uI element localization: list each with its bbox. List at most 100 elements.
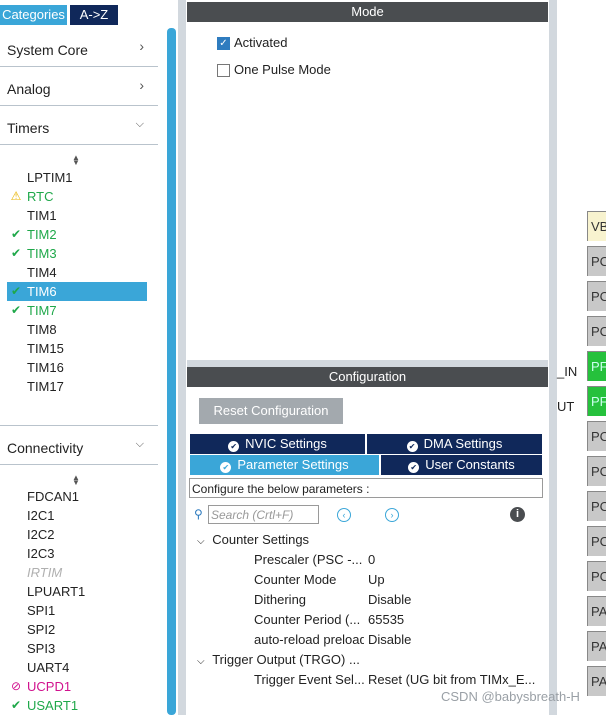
param-value[interactable]: Disable — [368, 592, 411, 607]
tab-nvic-settings[interactable]: ✔ NVIC Settings — [190, 434, 365, 454]
list-item-tim17[interactable]: TIM17 — [7, 377, 147, 396]
tab-a-z[interactable]: A->Z — [70, 5, 118, 25]
list-item-tim4[interactable]: TIM4 — [7, 263, 147, 282]
category-connectivity[interactable]: Connectivity ⌵ — [0, 425, 158, 465]
item-label: LPUART1 — [27, 584, 86, 599]
pin-pc[interactable]: PC — [587, 421, 606, 451]
mode-header: Mode — [187, 2, 548, 22]
tab-label: DMA Settings — [423, 436, 503, 451]
left-scrollbar[interactable] — [167, 28, 176, 715]
pin-pc[interactable]: PC — [587, 526, 606, 556]
item-label: SPI1 — [27, 603, 56, 618]
param-value[interactable]: Disable — [368, 632, 411, 647]
list-item-spi3[interactable]: SPI3 — [7, 639, 147, 658]
pin-pa[interactable]: PA — [587, 596, 606, 626]
list-item-lpuart1[interactable]: LPUART1 — [7, 582, 147, 601]
one-pulse-checkbox[interactable] — [217, 64, 230, 77]
tab-categories[interactable]: Categories — [0, 5, 67, 25]
list-item-tim15[interactable]: TIM15 — [7, 339, 147, 358]
param-value[interactable]: 65535 — [368, 612, 404, 627]
group-label: Counter Settings — [212, 532, 310, 547]
category-label: Analog — [7, 81, 51, 97]
item-label: SPI2 — [27, 622, 56, 637]
pin-pc[interactable]: PC — [587, 561, 606, 591]
item-label: SPI3 — [27, 641, 56, 656]
category-label: System Core — [7, 42, 88, 58]
item-label: I2C3 — [27, 546, 55, 561]
pin-vbat[interactable]: VB — [587, 211, 606, 241]
pin-pa[interactable]: PA — [587, 666, 606, 696]
check-circle-icon: ✔ — [408, 462, 420, 473]
category-timers[interactable]: Timers ⌵ — [0, 106, 158, 145]
pin-pa[interactable]: PA — [587, 631, 606, 661]
param-value[interactable]: Reset (UG bit from TIMx_E... — [368, 672, 535, 687]
list-item-tim3[interactable]: ✔ TIM3 — [7, 244, 147, 263]
panel-divider[interactable] — [549, 0, 557, 715]
group-label: Trigger Output (TRGO) ... — [212, 652, 360, 667]
pin-pc[interactable]: PC — [587, 281, 606, 311]
list-item-tim2[interactable]: ✔ TIM2 — [7, 225, 147, 244]
category-analog[interactable]: Analog › — [0, 67, 158, 106]
list-item-spi1[interactable]: SPI1 — [7, 601, 147, 620]
list-item-tim16[interactable]: TIM16 — [7, 358, 147, 377]
param-value[interactable]: 0 — [368, 552, 375, 567]
item-label: TIM4 — [27, 265, 57, 280]
tab-dma-settings[interactable]: ✔ DMA Settings — [367, 434, 542, 454]
list-item-fdcan1[interactable]: FDCAN1 — [7, 487, 147, 506]
pin-function-label: UT — [557, 399, 575, 414]
activated-checkbox[interactable]: ✓ — [217, 37, 230, 50]
pin-pc[interactable]: PC — [587, 316, 606, 346]
chevron-right-icon: › — [139, 38, 144, 54]
param-name: Counter Period (... — [254, 612, 361, 627]
list-item-uart4[interactable]: UART4 — [7, 658, 147, 677]
tab-user-constants[interactable]: ✔ User Constants — [381, 455, 542, 475]
list-item-ucpd1[interactable]: ⊘ UCPD1 — [7, 677, 147, 696]
configure-instructions: Configure the below parameters : — [189, 478, 543, 498]
param-name: Prescaler (PSC -... — [254, 552, 363, 567]
counter-settings-group[interactable]: ⌵ Counter Settings — [197, 532, 309, 547]
sort-icon[interactable]: ▲ ▼ — [72, 154, 80, 167]
categories-panel: Categories A->Z System Core › Analog › T… — [0, 0, 180, 715]
list-item-i2c2[interactable]: I2C2 — [7, 525, 147, 544]
param-name: Dithering — [254, 592, 307, 607]
list-item-rtc[interactable]: ⚠ RTC — [7, 187, 147, 206]
list-item-i2c1[interactable]: I2C1 — [7, 506, 147, 525]
pin-pf-osc-in[interactable]: PF — [587, 351, 606, 381]
category-system-core[interactable]: System Core › — [0, 28, 158, 67]
item-label: I2C2 — [27, 527, 55, 542]
list-item-lptim1[interactable]: LPTIM1 — [7, 168, 147, 187]
panel-divider[interactable] — [178, 0, 186, 715]
pin-pc[interactable]: PC — [587, 246, 606, 276]
list-item-irtim[interactable]: IRTIM — [7, 563, 147, 582]
list-item-tim8[interactable]: TIM8 — [7, 320, 147, 339]
next-icon[interactable]: › — [385, 508, 399, 522]
tab-label: Parameter Settings — [237, 457, 349, 472]
list-item-tim1[interactable]: TIM1 — [7, 206, 147, 225]
search-input[interactable]: Search (Crtl+F) — [208, 505, 319, 524]
info-icon[interactable]: i — [510, 507, 525, 522]
activated-label: Activated — [234, 35, 288, 50]
panel-splitter[interactable] — [187, 360, 548, 367]
list-item-spi2[interactable]: SPI2 — [7, 620, 147, 639]
trigger-output-group[interactable]: ⌵ Trigger Output (TRGO) ... — [197, 652, 360, 667]
list-item-usart1[interactable]: ✔ USART1 — [7, 696, 147, 715]
item-label: TIM16 — [27, 360, 64, 375]
tab-label: User Constants — [425, 457, 515, 472]
list-item-tim7[interactable]: ✔ TIM7 — [7, 301, 147, 320]
param-value[interactable]: Up — [368, 572, 385, 587]
pin-pc[interactable]: PC — [587, 491, 606, 521]
previous-icon[interactable]: ‹ — [337, 508, 351, 522]
list-item-tim6[interactable]: ✔ TIM6 — [7, 282, 147, 301]
check-icon: ✔ — [10, 698, 22, 712]
sort-icon[interactable]: ▲ ▼ — [72, 474, 80, 487]
tab-parameter-settings[interactable]: ✔ Parameter Settings — [190, 455, 379, 475]
reset-configuration-button[interactable]: Reset Configuration — [199, 398, 343, 424]
pin-pc[interactable]: PC — [587, 456, 606, 486]
warning-icon: ⚠ — [10, 189, 22, 203]
check-circle-icon: ✔ — [220, 462, 232, 473]
list-item-i2c3[interactable]: I2C3 — [7, 544, 147, 563]
item-label: TIM6 — [27, 284, 57, 299]
chevron-down-icon: ⌵ — [197, 536, 205, 547]
pin-pf-osc-out[interactable]: PF — [587, 386, 606, 416]
item-label: IRTIM — [27, 565, 63, 580]
